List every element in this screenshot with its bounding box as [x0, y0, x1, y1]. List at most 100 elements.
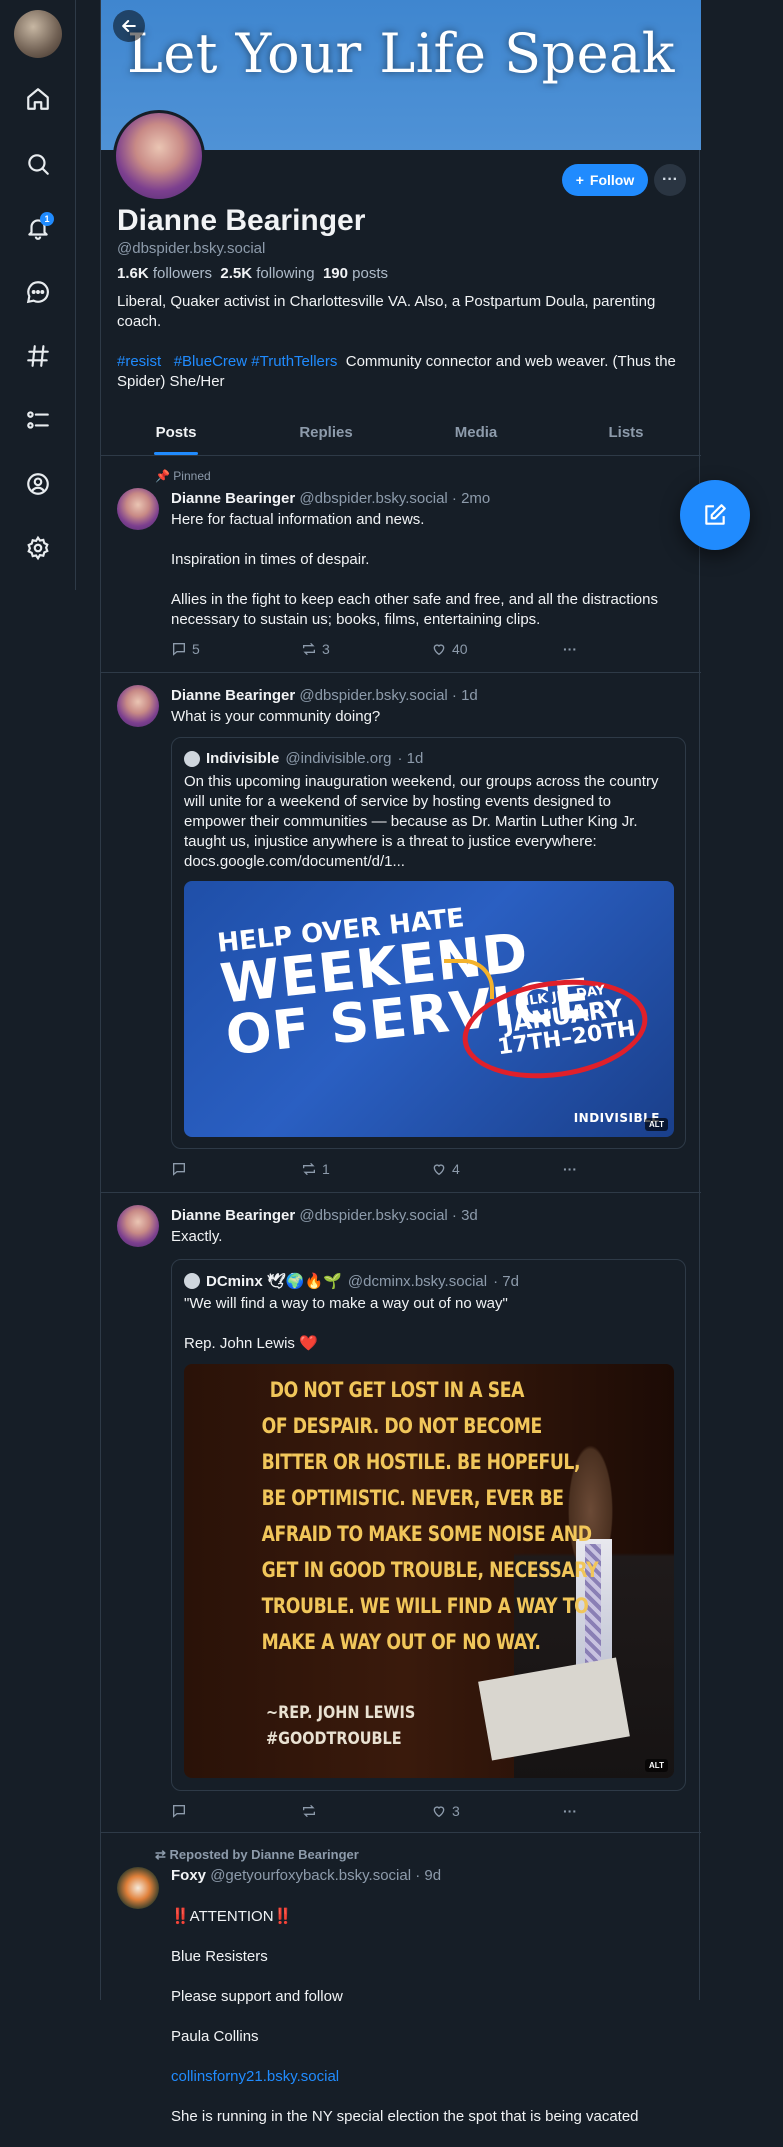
reply-button[interactable] — [171, 1803, 192, 1819]
reply-button[interactable] — [171, 1161, 192, 1177]
post-more-button[interactable]: ··· — [563, 1803, 577, 1819]
back-button[interactable] — [113, 10, 145, 42]
feed-post[interactable]: 📌 Pinned Dianne Bearinger @dbspider.bsky… — [101, 457, 701, 673]
tab-lists[interactable]: Lists — [551, 412, 701, 455]
profile-column: Let Your Life Speak + Follow ··· Dianne … — [100, 0, 701, 2125]
post-text: ‼️ATTENTION‼️ Blue Resisters Please supp… — [171, 1887, 686, 2147]
lists-icon[interactable] — [20, 402, 56, 438]
arrow-left-icon — [122, 20, 136, 32]
quoted-post[interactable]: DCminx 🕊🌍🔥🌱 @dcminx.bsky.social · 7d "We… — [171, 1259, 686, 1791]
tab-media[interactable]: Media — [401, 412, 551, 455]
post-handle[interactable]: @getyourfoxyback.bsky.social — [210, 1867, 411, 1884]
post-time: · 3d — [451, 1207, 478, 1224]
post-header: Dianne Bearinger @dbspider.bsky.social ·… — [171, 687, 478, 704]
post-text: What is your community doing? — [171, 708, 381, 725]
repost-icon — [303, 643, 315, 655]
repost-icon: ⇄ — [155, 1847, 166, 1862]
feed-post[interactable]: Dianne Bearinger @dbspider.bsky.social ·… — [101, 1193, 701, 1833]
profile-more-button[interactable]: ··· — [654, 164, 686, 196]
post-handle[interactable]: @dbspider.bsky.social — [299, 490, 447, 507]
alt-badge[interactable]: ALT — [645, 1759, 668, 1772]
post-link[interactable]: collinsforny21.bsky.social — [171, 2067, 686, 2087]
compose-button[interactable] — [680, 480, 750, 550]
post-author[interactable]: Foxy — [171, 1867, 206, 1884]
notifications-icon[interactable]: 1 — [20, 210, 56, 246]
alt-badge[interactable]: ALT — [645, 1118, 668, 1131]
banner-text: Let Your Life Speak — [126, 22, 676, 85]
notifications-badge: 1 — [40, 212, 54, 226]
post-author-avatar[interactable] — [117, 1867, 159, 1909]
quote-author-avatar — [184, 750, 200, 767]
chat-icon[interactable] — [20, 274, 56, 310]
quote-time: · 7d — [493, 1272, 519, 1290]
left-sidebar: 1 — [0, 0, 76, 590]
repost-button[interactable]: 3 — [301, 641, 330, 657]
profile-handle: @dbspider.bsky.social — [117, 240, 266, 257]
followers-link[interactable]: 1.6K followers — [117, 265, 212, 282]
hashtag-feeds-icon[interactable] — [20, 338, 56, 374]
weekend-of-service-image[interactable]: HELP OVER HATE WEEKEND OF SERVICE MLK JR… — [184, 881, 674, 1137]
quote-image-text: DO NOT GET LOST IN A SEA OF DESPAIR. DO … — [261, 1378, 599, 1654]
quote-author: Indivisible — [206, 750, 280, 767]
like-button[interactable]: 4 — [431, 1161, 460, 1177]
post-more-button[interactable]: ··· — [563, 1161, 577, 1177]
post-text: Here for factual information and news. I… — [171, 511, 658, 628]
quote-attribution: ~REP. JOHN LEWIS #GOODTROUBLE — [266, 1703, 416, 1749]
reply-button[interactable]: 5 — [171, 641, 200, 657]
post-time: · 2mo — [451, 490, 491, 507]
hashtag-truthtellers[interactable]: #TruthTellers — [251, 353, 337, 370]
quote-header: DCminx 🕊🌍🔥🌱 @dcminx.bsky.social · 7d — [184, 1272, 519, 1290]
compose-pencil-icon — [705, 504, 726, 525]
repost-button[interactable] — [301, 1803, 322, 1819]
tab-posts[interactable]: Posts — [101, 412, 251, 455]
post-time: · 1d — [451, 687, 478, 704]
bio-line: Liberal, Quaker activist in Charlottesvi… — [117, 293, 656, 330]
john-lewis-quote-image[interactable]: DO NOT GET LOST IN A SEA OF DESPAIR. DO … — [184, 1364, 674, 1778]
quoted-post[interactable]: Indivisible @indivisible.org · 1d On thi… — [171, 737, 686, 1149]
heart-icon — [433, 1164, 445, 1176]
like-button[interactable]: 40 — [431, 641, 468, 657]
heart-icon — [433, 1806, 445, 1818]
post-author-avatar[interactable] — [117, 685, 159, 727]
profile-avatar[interactable] — [113, 110, 205, 202]
quote-handle: @dcminx.bsky.social — [347, 1272, 488, 1290]
home-icon[interactable] — [20, 81, 56, 117]
follow-label: Follow — [589, 172, 635, 188]
post-author-avatar[interactable] — [117, 488, 159, 530]
reposted-indicator[interactable]: ⇄ Reposted by Dianne Bearinger — [155, 1847, 359, 1863]
post-more-button[interactable]: ··· — [563, 641, 577, 657]
repost-button[interactable]: 1 — [301, 1161, 330, 1177]
post-author[interactable]: Dianne Bearinger — [171, 1207, 295, 1224]
repost-icon — [303, 1805, 315, 1817]
post-handle[interactable]: @dbspider.bsky.social — [299, 1207, 447, 1224]
like-button[interactable]: 3 — [431, 1803, 460, 1819]
post-text: Exactly. — [171, 1228, 223, 1245]
search-icon[interactable] — [20, 146, 56, 182]
pinned-indicator: 📌 Pinned — [155, 469, 211, 483]
post-header: Dianne Bearinger @dbspider.bsky.social ·… — [171, 490, 490, 507]
follow-button[interactable]: + Follow — [562, 164, 648, 196]
profile-tabs: Posts Replies Media Lists — [101, 412, 701, 456]
user-avatar[interactable] — [14, 10, 62, 58]
profile-stats: 1.6K followers 2.5K following 190 posts — [117, 265, 388, 282]
posts-count: 190 posts — [322, 265, 389, 282]
quote-author: DCminx 🕊🌍🔥🌱 — [206, 1273, 342, 1290]
post-header: Foxy @getyourfoxyback.bsky.social · 9d — [171, 1867, 441, 1884]
post-author[interactable]: Dianne Bearinger — [171, 490, 295, 507]
quote-text: On this upcoming inauguration weekend, o… — [184, 773, 659, 870]
post-author-avatar[interactable] — [117, 1205, 159, 1247]
settings-gear-icon[interactable] — [20, 530, 56, 566]
hashtag-bluecrew[interactable]: #BlueCrew — [174, 353, 247, 370]
feed-post[interactable]: Dianne Bearinger @dbspider.bsky.social ·… — [101, 673, 701, 1193]
tab-replies[interactable]: Replies — [251, 412, 401, 455]
reply-icon — [173, 643, 185, 656]
profile-icon[interactable] — [20, 466, 56, 502]
quote-time: · 1d — [397, 750, 424, 767]
post-author[interactable]: Dianne Bearinger — [171, 687, 295, 704]
feed-post[interactable]: ⇄ Reposted by Dianne Bearinger Foxy @get… — [101, 1833, 701, 2125]
hashtag-resist[interactable]: #resist — [117, 353, 161, 370]
heart-icon — [433, 644, 445, 656]
following-link[interactable]: 2.5K following — [220, 265, 314, 282]
post-handle[interactable]: @dbspider.bsky.social — [299, 687, 447, 704]
profile-bio: Liberal, Quaker activist in Charlottesvi… — [117, 292, 687, 392]
